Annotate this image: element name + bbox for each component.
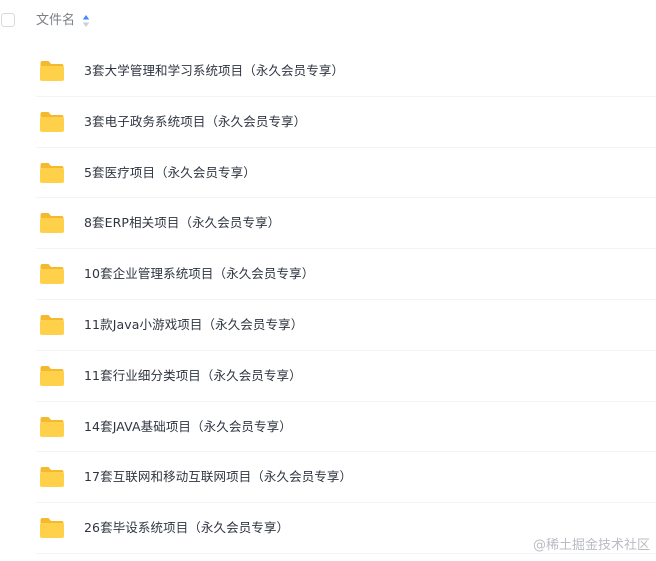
file-list-header: 文件名 — [0, 0, 656, 42]
file-row[interactable]: 10套企业管理系统项目（永久会员专享） — [0, 249, 656, 300]
file-row[interactable]: 5套医疗项目（永久会员专享） — [0, 148, 656, 199]
file-row[interactable]: 8套ERP相关项目（永久会员专享） — [0, 198, 656, 249]
file-row[interactable]: 17套互联网和移动互联网项目（永久会员专享） — [0, 452, 656, 503]
file-row[interactable]: 11套行业细分类项目（永久会员专享） — [0, 351, 656, 402]
file-name[interactable]: 3套电子政务系统项目（永久会员专享） — [84, 114, 306, 130]
folder-icon — [40, 61, 64, 81]
folder-icon — [40, 314, 64, 335]
folder-icon — [40, 518, 64, 539]
folder-icon — [40, 467, 64, 488]
folder-icon — [40, 416, 64, 437]
file-row[interactable]: 11款Java小游戏项目（永久会员专享） — [0, 300, 656, 351]
file-name[interactable]: 5套医疗项目（永久会员专享） — [84, 165, 256, 181]
file-name[interactable]: 3套大学管理和学习系统项目（永久会员专享） — [84, 63, 344, 79]
file-name[interactable]: 26套毕设系统项目（永久会员专享） — [84, 520, 289, 536]
filename-column-header[interactable]: 文件名 — [36, 12, 75, 30]
watermark: @稀土掘金技术社区 — [532, 538, 650, 553]
folder-icon — [40, 365, 64, 386]
folder-icon — [40, 264, 64, 285]
folder-icon — [40, 213, 64, 234]
folder-icon — [40, 111, 64, 132]
file-row[interactable]: 14套JAVA基础项目（永久会员专享） — [0, 402, 656, 453]
file-name[interactable]: 14套JAVA基础项目（永久会员专享） — [84, 419, 292, 435]
file-name[interactable]: 17套互联网和移动互联网项目（永久会员专享） — [84, 469, 352, 485]
file-row[interactable]: 3套电子政务系统项目（永久会员专享） — [0, 97, 656, 148]
sort-up-icon[interactable] — [82, 14, 90, 28]
file-row[interactable]: 3套大学管理和学习系统项目（永久会员专享） — [0, 46, 656, 97]
file-list: 3套大学管理和学习系统项目（永久会员专享） 3套电子政务系统项目（永久会员专享） 5… — [0, 46, 656, 554]
folder-icon — [40, 162, 64, 183]
file-name[interactable]: 10套企业管理系统项目（永久会员专享） — [84, 266, 314, 282]
file-name[interactable]: 11套行业细分类项目（永久会员专享） — [84, 368, 302, 384]
file-name[interactable]: 8套ERP相关项目（永久会员专享） — [84, 215, 280, 231]
file-name[interactable]: 11款Java小游戏项目（永久会员专享） — [84, 317, 303, 333]
select-all-checkbox[interactable] — [1, 13, 15, 27]
